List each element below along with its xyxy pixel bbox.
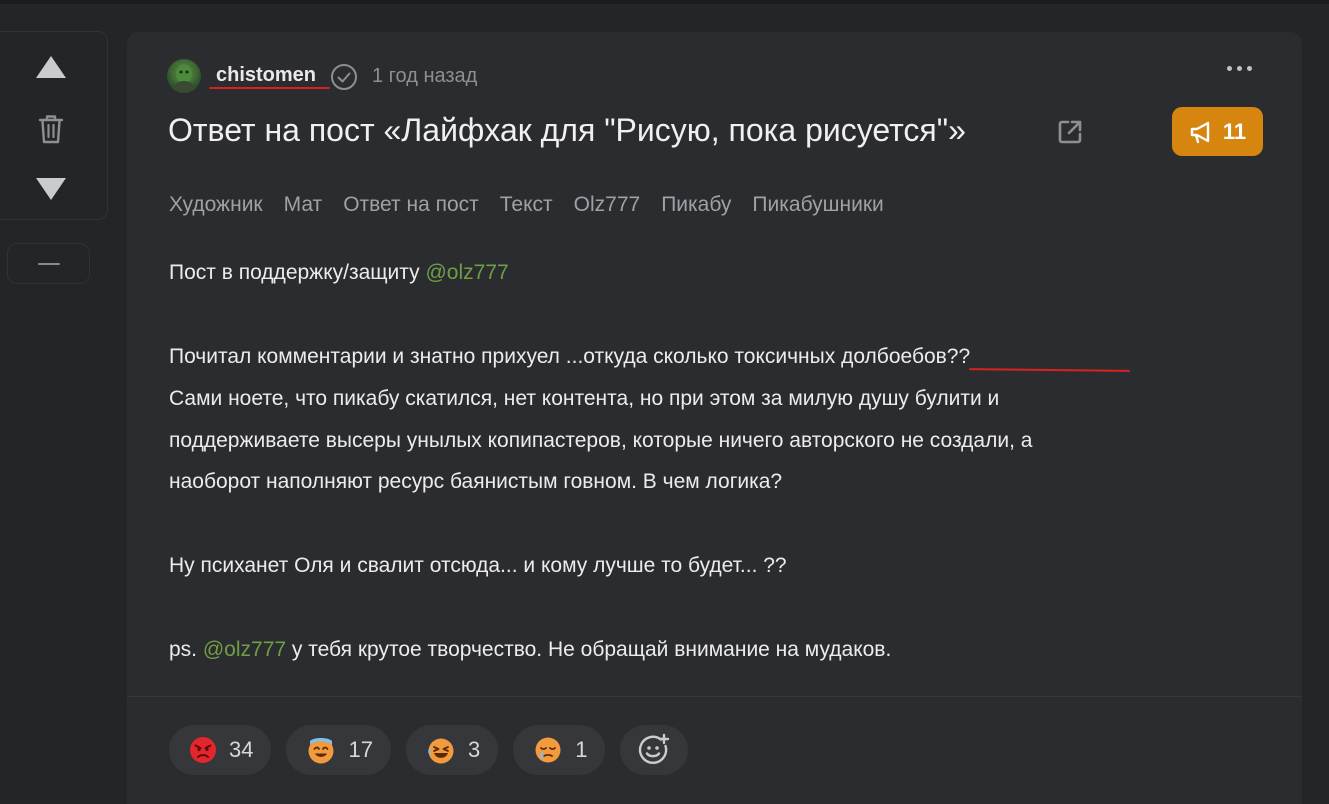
laughing-face-icon (428, 738, 454, 764)
reaction-count: 34 (229, 737, 254, 762)
reaction-count: 17 (348, 737, 373, 762)
avatar-image (172, 64, 196, 93)
paragraph-line: наоборот наполняют ресурс баянистым говн… (169, 470, 783, 493)
dot-icon (1237, 66, 1242, 71)
verified-check-icon (331, 64, 357, 90)
paragraph-text: ps. (169, 638, 203, 661)
add-emoji-icon (639, 733, 670, 764)
highlighted-word: долбоебов?? (841, 345, 971, 368)
delete-button[interactable] (35, 112, 67, 146)
divider (127, 696, 1302, 697)
sweat-smile-face-icon (308, 738, 334, 764)
reaction-count: 3 (467, 737, 481, 762)
author-underline-mark (209, 87, 330, 89)
paragraph: ps. @olz777 у тебя крутое творчество. Не… (169, 638, 891, 662)
paragraph-text: Почитал комментарии и знатно прихуел ...… (169, 345, 842, 368)
external-link-icon[interactable] (1056, 118, 1084, 146)
tag-list: Художник Мат Ответ на пост Текст Olz777 … (169, 193, 884, 217)
post-title[interactable]: Ответ на пост «Лайфхак для "Рисую, пока … (168, 112, 966, 149)
add-reaction-button[interactable] (620, 725, 689, 775)
reactions-bar: 34 17 3 1 (169, 725, 689, 775)
story-card: chistomen 1 год назад Ответ на пост «Лай… (127, 32, 1302, 804)
paragraph: Пост в поддержку/защиту @olz777 (169, 261, 509, 285)
avatar[interactable] (167, 59, 201, 93)
comments-count: 11 (1222, 118, 1247, 144)
triangle-up-icon (36, 56, 66, 78)
collapse-button[interactable] (7, 243, 90, 284)
minus-icon (37, 262, 60, 265)
top-bar (0, 0, 1329, 4)
author-name[interactable]: chistomen (216, 64, 316, 87)
reaction-count: 1 (575, 737, 588, 762)
angry-face-icon (190, 737, 216, 763)
reaction-angry[interactable]: 34 (169, 725, 272, 775)
upvote-button[interactable] (33, 52, 69, 82)
megaphone-icon (1190, 121, 1210, 143)
paragraph-line: Почитал комментарии и знатно прихуел ...… (169, 345, 970, 369)
user-mention-link[interactable]: @olz777 (425, 261, 508, 284)
tag-item[interactable]: Ответ на пост (343, 193, 479, 217)
downvote-button[interactable] (33, 174, 69, 204)
more-menu-button[interactable] (1227, 66, 1252, 71)
tag-item[interactable]: Пикабу (661, 193, 731, 217)
post-time: 1 год назад (372, 65, 478, 87)
tag-item[interactable]: Текст (500, 193, 553, 217)
paragraph-text: у тебя крутое творчество. Не обращай вни… (286, 638, 892, 661)
reaction-crying[interactable]: 1 (513, 725, 606, 775)
tag-item[interactable]: Olz777 (574, 193, 641, 217)
paragraph-line: Сами ноете, что пикабу скатился, нет кон… (169, 387, 1000, 410)
triangle-down-icon (36, 178, 66, 200)
vote-panel (0, 31, 108, 220)
dot-icon (1247, 66, 1252, 71)
user-mention-link[interactable]: @olz777 (203, 638, 286, 661)
tag-item[interactable]: Художник (169, 193, 263, 217)
reaction-sweat-smile[interactable]: 17 (286, 725, 391, 775)
tag-item[interactable]: Пикабушники (752, 193, 883, 217)
word-underline-mark (968, 368, 1131, 372)
paragraph: Ну психанет Оля и свалит отсюда... и ком… (169, 554, 787, 577)
crying-face-icon (535, 737, 561, 763)
dot-icon (1227, 66, 1232, 71)
paragraph-text: Пост в поддержку/защиту (169, 261, 426, 284)
tag-item[interactable]: Мат (284, 193, 323, 217)
reaction-laughing[interactable]: 3 (405, 725, 499, 775)
paragraph-line: поддерживаете высеры унылых копипастеров… (169, 429, 1033, 452)
comments-badge[interactable]: 11 (1172, 107, 1263, 156)
trash-icon (38, 115, 64, 144)
